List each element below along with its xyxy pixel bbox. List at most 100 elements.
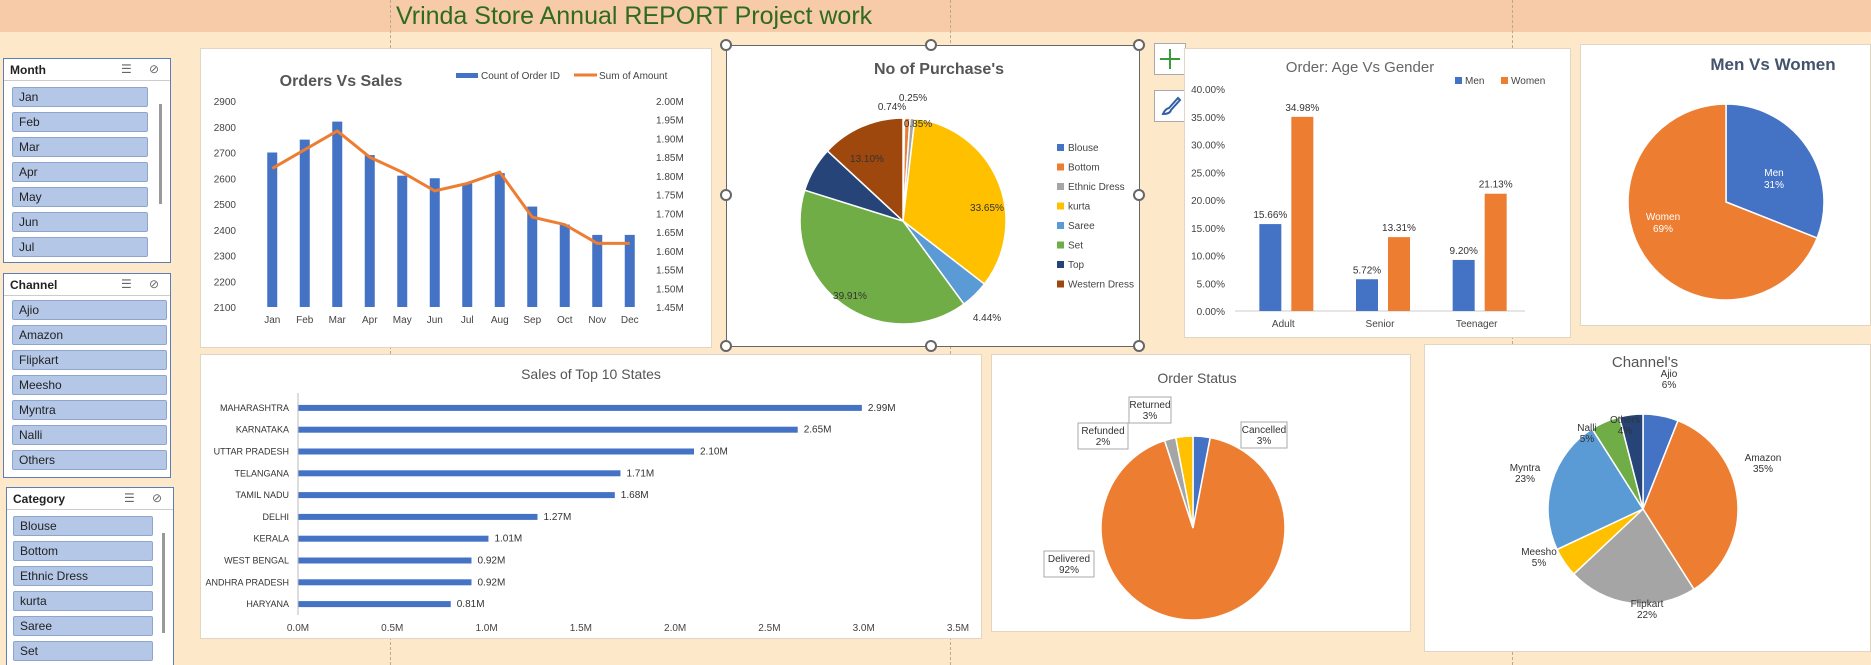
y-tick-label: 35.00% — [1191, 113, 1225, 124]
slicer-item[interactable]: Bottom — [13, 541, 153, 561]
purchases-pie-chart[interactable]: No of Purchase's 0.25% 0.85% 0.74% 33.65% 4.4… — [726, 45, 1140, 347]
data-label: Nalli — [1577, 423, 1596, 434]
slicer-item[interactable]: Amazon — [12, 325, 167, 345]
data-label: Men — [1764, 168, 1783, 179]
bar — [527, 206, 538, 307]
legend-label: Top — [1068, 260, 1085, 271]
bar — [298, 513, 538, 520]
x-tick-label: Aug — [491, 315, 509, 326]
resize-handle[interactable] — [1133, 39, 1145, 51]
resize-handle[interactable] — [925, 340, 937, 352]
x-tick-label: May — [393, 315, 412, 326]
y2-tick-label: 1.85M — [656, 153, 684, 164]
data-label: 22% — [1637, 610, 1657, 621]
data-label: 0.74% — [878, 102, 906, 113]
clear-filter-icon[interactable]: ⊘ — [152, 491, 162, 505]
callout-label: Refunded — [1081, 426, 1124, 437]
order-status-chart[interactable]: Order Status Cancelled 3% Returned 3% Refunde… — [991, 354, 1411, 632]
data-label: 0.92M — [477, 577, 505, 588]
bar — [332, 121, 343, 307]
clear-filter-icon[interactable]: ⊘ — [149, 62, 159, 76]
slicer-item[interactable]: Jan — [12, 87, 148, 107]
x-tick-label: Adult — [1272, 319, 1295, 330]
slicer-item[interactable]: Set — [13, 641, 153, 661]
data-label: 4.44% — [973, 313, 1001, 324]
y-tick-label: TAMIL NADU — [235, 490, 289, 500]
data-label: 31% — [1764, 180, 1784, 191]
slicer-item[interactable]: Saree — [13, 616, 153, 636]
bar — [267, 152, 278, 307]
data-label: 1.68M — [621, 490, 649, 501]
legend-label: kurta — [1068, 202, 1091, 213]
slicer-item[interactable]: Meesho — [12, 375, 167, 395]
slicer-header: Month — [10, 63, 46, 77]
chart-title: Men Vs Women — [1710, 55, 1835, 74]
bar — [298, 404, 862, 411]
top-states-chart[interactable]: Sales of Top 10 States MAHARASHTRA 2.99M KA… — [200, 354, 982, 639]
y-tick-label: 2800 — [214, 123, 237, 134]
legend-swatch — [1057, 183, 1064, 190]
slicer-item[interactable]: May — [12, 187, 148, 207]
resize-handle[interactable] — [720, 39, 732, 51]
resize-handle[interactable] — [1133, 189, 1145, 201]
slicer-item[interactable]: Ajio — [12, 300, 167, 320]
brush-icon — [1161, 96, 1182, 116]
orders-vs-sales-chart[interactable]: Orders Vs Sales 2900 2800 2700 2600 2500 2400 2… — [200, 48, 712, 348]
men-women-pie-chart[interactable]: Men Vs Women Men 31% Women 69% — [1580, 44, 1871, 326]
data-label: 39.91% — [833, 291, 867, 302]
y2-tick-label: 1.90M — [656, 134, 684, 145]
x-tick-label: 1.0M — [475, 623, 497, 634]
slicer-item[interactable]: kurta — [13, 591, 153, 611]
data-label: Flipkart — [1631, 599, 1664, 610]
legend-swatch — [1057, 163, 1064, 171]
x-tick-label: Nov — [588, 315, 606, 326]
slicer-item[interactable]: Ethnic Dress — [13, 566, 153, 586]
resize-handle[interactable] — [720, 340, 732, 352]
data-label: 0.92M — [477, 556, 505, 567]
resize-handle[interactable] — [925, 39, 937, 51]
data-label: 1.71M — [626, 468, 654, 479]
slicer-item[interactable]: Flipkart — [12, 350, 167, 370]
clear-filter-icon[interactable]: ⊘ — [149, 277, 159, 291]
bar — [1452, 259, 1475, 311]
slicer-item[interactable]: Jun — [12, 212, 148, 232]
data-label: 23% — [1515, 474, 1535, 485]
y-tick-label: 20.00% — [1191, 196, 1225, 207]
data-label: 15.66% — [1253, 210, 1287, 221]
bar — [298, 470, 621, 477]
y2-tick-label: 1.50M — [656, 284, 684, 295]
resize-handle[interactable] — [1133, 340, 1145, 352]
month-slicer[interactable]: Month ☰ ⊘ Jan Feb Mar Apr May Jun Jul — [3, 58, 171, 263]
slicer-scrollbar[interactable] — [159, 104, 162, 204]
chart-styles-button[interactable] — [1154, 90, 1186, 122]
slicer-item[interactable]: Apr — [12, 162, 148, 182]
age-gender-chart[interactable]: Order: Age Vs Gender 40.00% 35.00% 30.00% 25… — [1184, 48, 1571, 338]
multi-select-icon[interactable]: ☰ — [121, 62, 132, 76]
y2-tick-label: 1.60M — [656, 247, 684, 258]
y2-tick-label: 1.95M — [656, 116, 684, 127]
resize-handle[interactable] — [720, 189, 732, 201]
slicer-item[interactable]: Feb — [12, 112, 148, 132]
plus-icon — [1160, 49, 1180, 69]
y-tick-label: 2600 — [214, 174, 237, 185]
channel-slicer[interactable]: Channel ☰ ⊘ Ajio Amazon Flipkart Meesho … — [3, 273, 171, 478]
multi-select-icon[interactable]: ☰ — [124, 491, 135, 505]
y-tick-label: UTTAR PRADESH — [214, 447, 289, 457]
channels-chart[interactable]: Channel's Ajio 6% Amazon 35% Flipkart 22% Meesh… — [1424, 344, 1871, 652]
slicer-item[interactable]: Mar — [12, 137, 148, 157]
y-tick-label: 10.00% — [1191, 252, 1225, 263]
slicer-item[interactable]: Jul — [12, 237, 148, 257]
multi-select-icon[interactable]: ☰ — [121, 277, 132, 291]
slicer-scrollbar[interactable] — [162, 533, 165, 633]
bar — [592, 234, 603, 307]
slicer-item[interactable]: Others — [12, 450, 167, 470]
chart-elements-button[interactable] — [1154, 43, 1186, 75]
slicer-item[interactable]: Myntra — [12, 400, 167, 420]
data-label: 5.72% — [1353, 265, 1381, 276]
category-slicer[interactable]: Category ☰ ⊘ Blouse Bottom Ethnic Dress … — [6, 487, 174, 665]
y-tick-label: 2900 — [214, 97, 237, 108]
slicer-item[interactable]: Nalli — [12, 425, 167, 445]
slicer-item[interactable]: Blouse — [13, 516, 153, 536]
bar — [559, 224, 570, 307]
bar — [299, 139, 310, 307]
